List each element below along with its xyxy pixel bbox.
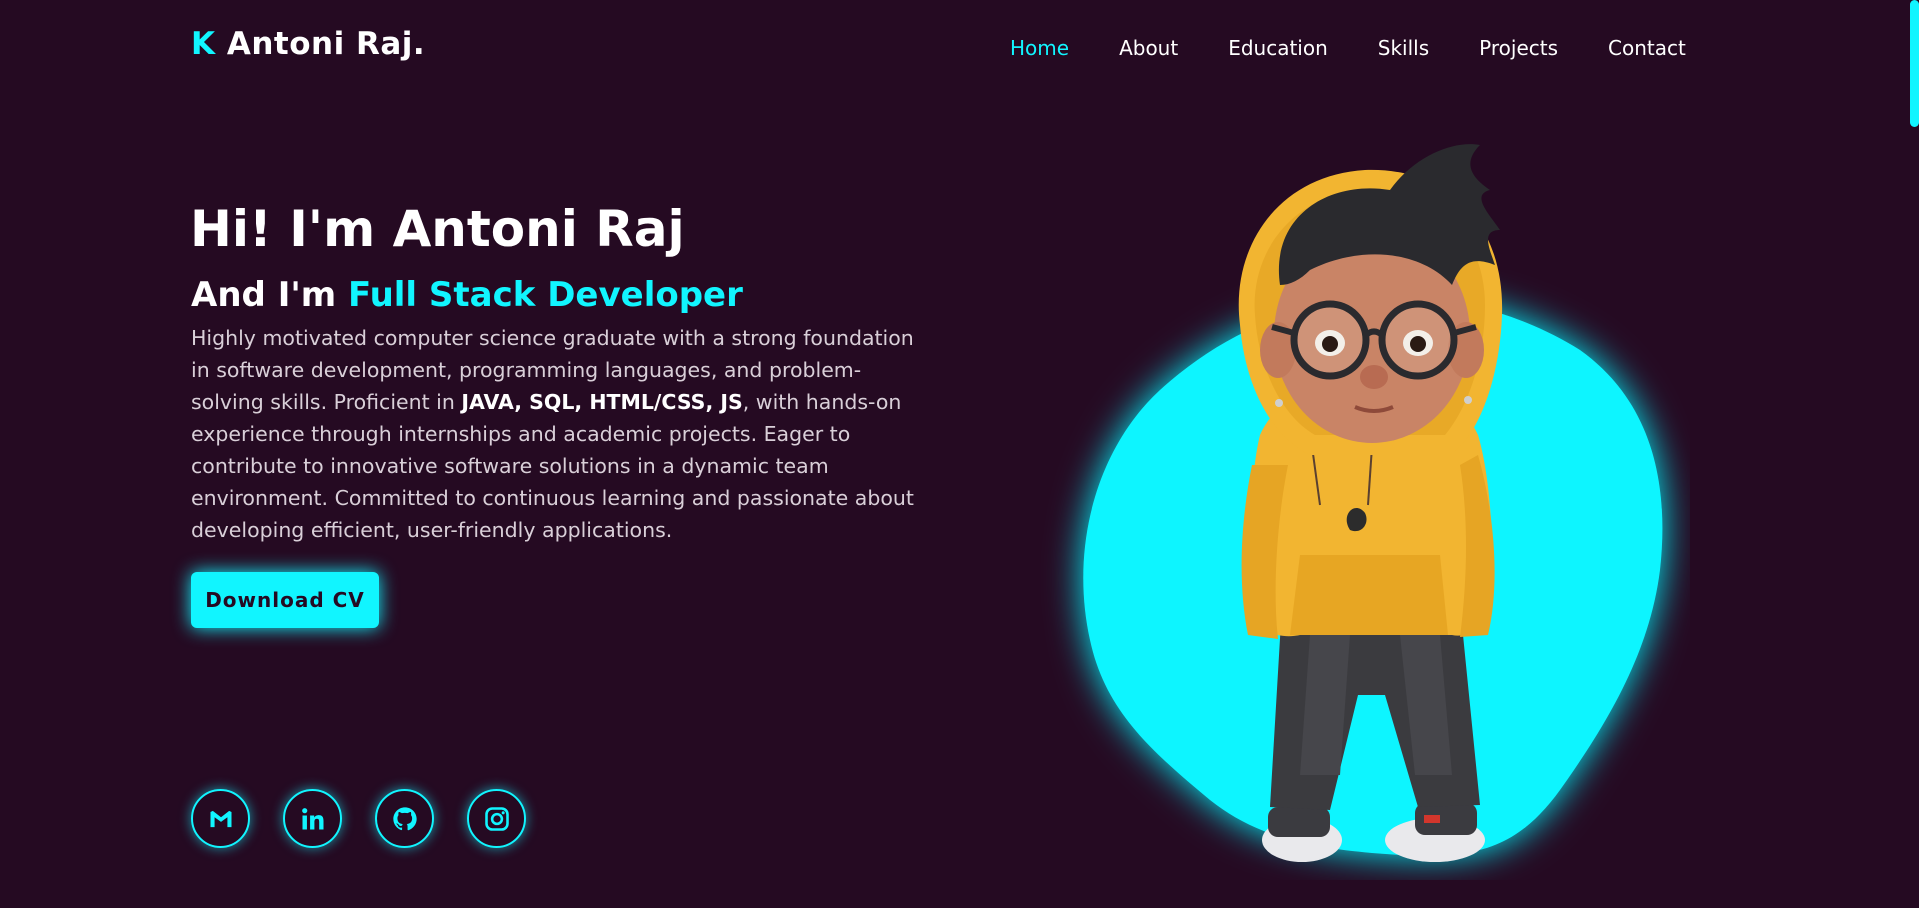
linkedin-icon <box>301 807 323 829</box>
main-nav: Home About Education Skills Projects Con… <box>1010 36 1686 60</box>
nav-contact[interactable]: Contact <box>1608 36 1686 60</box>
nav-skills[interactable]: Skills <box>1378 36 1429 60</box>
shoes <box>1262 803 1485 862</box>
gmail-icon <box>210 810 231 827</box>
logo-name: Antoni Raj. <box>226 26 426 62</box>
hero-subtitle: And I'm Full Stack Developer <box>191 275 743 315</box>
hero-greeting: Hi! I'm Antoni Raj <box>190 200 685 258</box>
instagram-link[interactable] <box>467 789 526 848</box>
avatar-illustration <box>1238 144 1503 862</box>
scrollbar-thumb[interactable] <box>1910 0 1919 127</box>
nav-about[interactable]: About <box>1119 36 1178 60</box>
subtitle-prefix: And I'm <box>191 275 337 315</box>
social-links <box>191 789 559 848</box>
site-logo[interactable]: K Antoni Raj. <box>191 26 425 62</box>
pants <box>1270 605 1480 810</box>
logo-initial: K <box>191 26 216 62</box>
gmail-link[interactable] <box>191 789 250 848</box>
site-header: K Antoni Raj. Home About Education Skill… <box>0 0 1919 100</box>
download-cv-button[interactable]: Download CV <box>191 572 379 628</box>
nav-home[interactable]: Home <box>1010 36 1069 60</box>
nav-projects[interactable]: Projects <box>1479 36 1558 60</box>
github-link[interactable] <box>375 789 434 848</box>
hero-description: Highly motivated computer science gradua… <box>191 322 926 546</box>
linkedin-link[interactable] <box>283 789 342 848</box>
github-icon <box>392 806 417 830</box>
nav-education[interactable]: Education <box>1228 36 1328 60</box>
instagram-icon <box>484 806 509 831</box>
desc-skills: JAVA, SQL, HTML/CSS, JS <box>461 390 743 414</box>
role-text: Full Stack Developer <box>348 275 743 315</box>
